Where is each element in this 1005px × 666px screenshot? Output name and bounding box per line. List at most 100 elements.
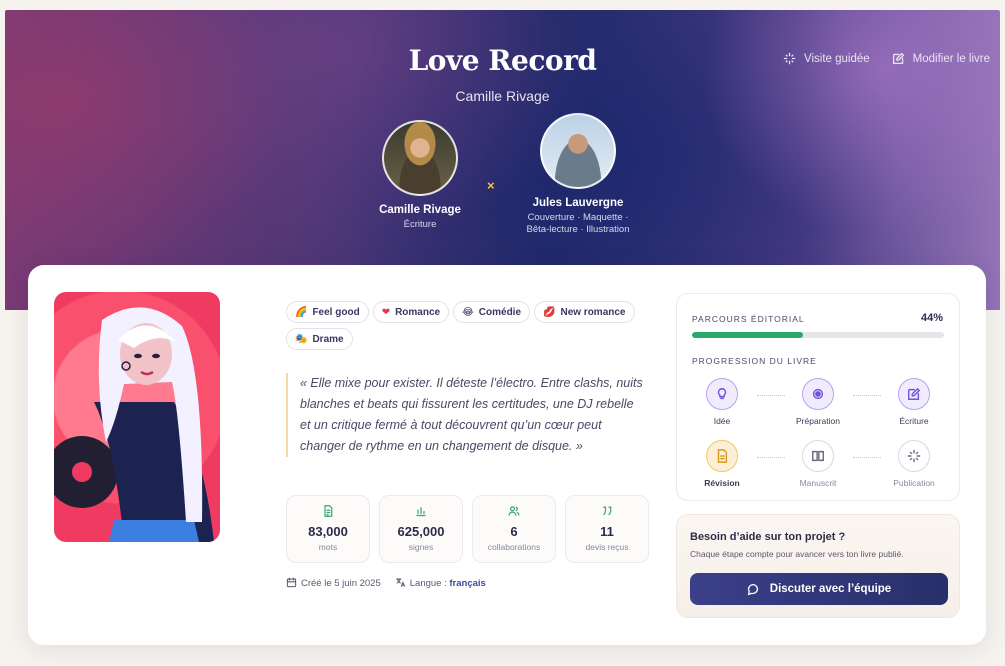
progress-percent: 44% xyxy=(920,312,943,324)
step-publication[interactable]: Publication xyxy=(879,440,949,488)
edit-icon xyxy=(908,387,921,400)
sparkle-icon xyxy=(907,449,921,463)
stat-label: mots xyxy=(318,542,338,552)
tag-label: New romance xyxy=(560,306,626,318)
progress-bar-fill xyxy=(692,332,803,338)
tag-drame[interactable]: 🎭 Drame xyxy=(286,328,353,350)
stat-label: collaborations xyxy=(487,542,541,552)
stat-label: devis reçus xyxy=(585,542,629,552)
book-meta: Créé le 5 juin 2025 Langue : français xyxy=(286,577,486,589)
document-icon xyxy=(717,449,728,463)
step-connector xyxy=(757,395,785,396)
quote-icon xyxy=(602,506,612,516)
step-revision[interactable]: Révision xyxy=(687,440,757,488)
step-preparation[interactable]: Préparation xyxy=(783,378,853,426)
tag-label: Romance xyxy=(395,306,441,318)
step-indicator xyxy=(706,378,738,410)
step-manuscrit[interactable]: Manuscrit xyxy=(783,440,853,488)
tag-comedie[interactable]: 😂 Comédie xyxy=(453,301,531,323)
created-date: Créé le 5 juin 2025 xyxy=(286,577,381,589)
avatar xyxy=(382,120,458,196)
tag-romance[interactable]: ❤ Romance xyxy=(372,301,450,323)
language-info: Langue : français xyxy=(395,577,486,589)
collaborator-role: Écriture xyxy=(403,219,437,230)
laughing-face-icon: 😂 xyxy=(462,306,474,318)
book-open-icon xyxy=(812,450,824,462)
step-label: Manuscrit xyxy=(799,478,837,488)
step-label: Préparation xyxy=(796,416,840,426)
collaborator-name: Jules Lauvergne xyxy=(532,197,624,209)
edit-book-label: Modifier le livre xyxy=(912,52,990,65)
editorial-progress-panel: PARCOURS ÉDITORIAL 44% PROGRESSION DU LI… xyxy=(676,293,960,501)
heart-icon: ❤ xyxy=(381,306,391,318)
collaborator-role-line: Bêta-lecture · Illustration xyxy=(526,224,630,235)
stat-value: 11 xyxy=(600,524,614,539)
step-indicator xyxy=(898,378,930,410)
tag-feel-good[interactable]: 🌈 Feel good xyxy=(286,301,369,323)
cover-illustration xyxy=(54,307,214,542)
tag-label: Drame xyxy=(312,333,344,345)
step-label: Publication xyxy=(893,478,935,488)
genre-tags: 🌈 Feel good ❤ Romance 😂 Comédie 💋 New romanc… xyxy=(286,301,636,350)
book-author: Camille Rivage xyxy=(455,88,550,104)
created-date-text: Créé le 5 juin 2025 xyxy=(301,578,381,589)
collaborator-illustrator[interactable]: Jules Lauvergne Couverture · Maquette · … xyxy=(503,113,653,236)
synopsis-quote: « Elle mixe pour exister. Il déteste l’é… xyxy=(286,373,646,457)
step-indicator xyxy=(802,440,834,472)
stat-label: signes xyxy=(408,542,434,552)
tag-label: Comédie xyxy=(478,306,522,318)
users-icon xyxy=(508,506,520,516)
help-subtitle: Chaque étape compte pour avancer vers to… xyxy=(690,549,904,559)
step-indicator xyxy=(706,440,738,472)
tag-new-romance[interactable]: 💋 New romance xyxy=(534,301,635,323)
bar-chart-icon xyxy=(416,507,426,517)
chat-with-team-button[interactable]: Discuter avec l’équipe xyxy=(690,573,948,605)
step-connector xyxy=(757,457,785,458)
guided-tour-button[interactable]: Visite guidée xyxy=(783,52,870,65)
language-value[interactable]: français xyxy=(449,578,485,589)
help-title: Besoin d’aide sur ton projet ? xyxy=(690,531,846,543)
step-ecriture[interactable]: Écriture xyxy=(879,378,949,426)
chat-button-label: Discuter avec l’équipe xyxy=(769,583,892,595)
avatar xyxy=(540,113,616,189)
lips-icon: 💋 xyxy=(543,306,556,318)
stat-value: 83,000 xyxy=(308,524,348,539)
collaborator-role-line: Couverture · Maquette · xyxy=(527,212,629,223)
collaborator-role: Couverture · Maquette · Bêta-lecture · I… xyxy=(503,212,653,236)
progress-title: PARCOURS ÉDITORIAL xyxy=(692,314,805,324)
language-label: Langue : xyxy=(409,578,447,589)
translate-icon xyxy=(396,578,405,587)
sparkle-icon xyxy=(783,52,796,65)
help-box: Besoin d’aide sur ton projet ? Chaque ét… xyxy=(676,514,960,618)
document-icon xyxy=(324,505,333,517)
chat-bubble-icon xyxy=(747,583,758,595)
collab-separator-icon: × xyxy=(487,178,495,193)
step-connector xyxy=(853,457,881,458)
rainbow-icon: 🌈 xyxy=(295,306,308,318)
stat-collaborations: 6 collaborations xyxy=(472,495,556,563)
edit-book-button[interactable]: Modifier le livre xyxy=(892,52,990,65)
calendar-icon xyxy=(286,577,297,588)
header-actions: Visite guidée Modifier le livre xyxy=(783,52,990,65)
step-label: Révision xyxy=(704,478,740,488)
edit-icon xyxy=(892,52,904,65)
stat-quotes: 11 devis reçus xyxy=(565,495,649,563)
step-idee[interactable]: Idée xyxy=(687,378,757,426)
theater-masks-icon: 🎭 xyxy=(295,333,308,345)
lightbulb-icon xyxy=(717,388,727,400)
progress-subtitle: PROGRESSION DU LIVRE xyxy=(692,356,817,366)
stat-value: 625,000 xyxy=(397,524,445,539)
stat-characters: 625,000 signes xyxy=(379,495,463,563)
book-cover-image[interactable] xyxy=(54,292,220,542)
book-stats: 83,000 mots 625,000 signes 6 collaborati… xyxy=(286,495,649,563)
step-indicator xyxy=(898,440,930,472)
target-icon xyxy=(812,388,824,400)
collaborator-name: Camille Rivage xyxy=(379,204,461,216)
collaborator-author[interactable]: Camille Rivage Écriture xyxy=(345,120,495,231)
guided-tour-label: Visite guidée xyxy=(804,52,870,65)
tag-label: Feel good xyxy=(312,306,360,318)
step-connector xyxy=(853,395,881,396)
progress-bar xyxy=(692,332,944,338)
book-card: 🌈 Feel good ❤ Romance 😂 Comédie 💋 New romanc… xyxy=(28,265,986,645)
stat-words: 83,000 mots xyxy=(286,495,370,563)
